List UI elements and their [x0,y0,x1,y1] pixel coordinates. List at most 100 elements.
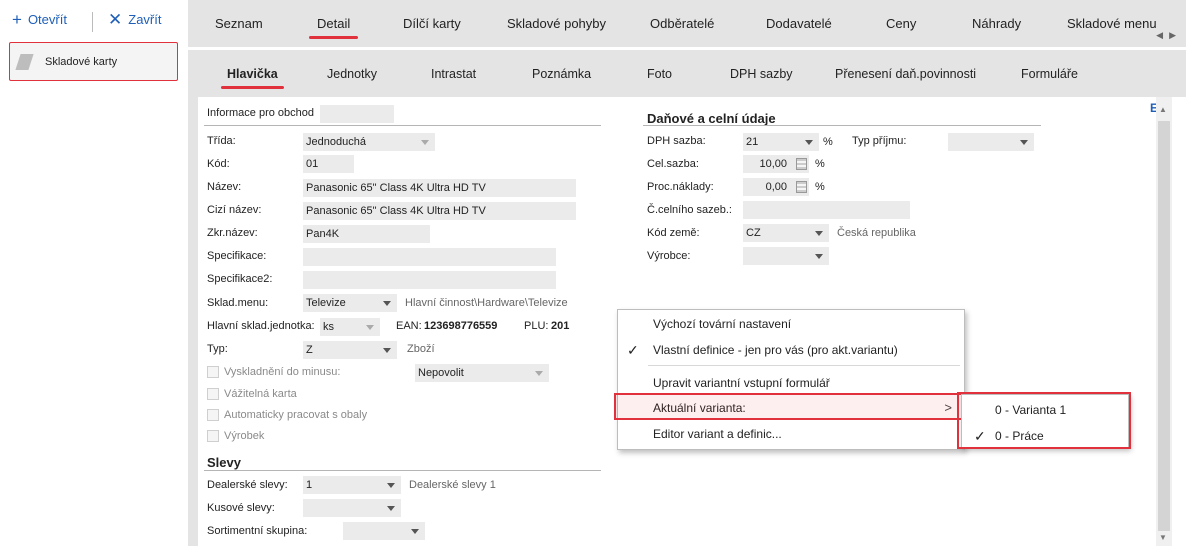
scroll-thumb[interactable] [1158,121,1170,531]
subtab-hlavicka[interactable]: Hlavička [221,67,284,89]
scroll-down-icon[interactable]: ▼ [1159,533,1167,542]
obaly-label: Automaticky pracovat s obaly [224,409,368,421]
checkmark-icon: ✓ [627,342,639,358]
sklad-menu-path: Hlavní činnost\Hardware\Televize [405,297,568,309]
vyskladneni-label: Vyskladnění do minusu: [224,366,341,378]
info-label: Informace pro obchod [207,107,315,119]
nav-item-label: Skladové karty [45,55,118,68]
specifikace2-input[interactable] [303,271,556,289]
subtab-formulare[interactable]: Formuláře [1021,67,1078,81]
subtab-preneseni[interactable]: Přenesení daň.povinnosti [835,67,976,81]
menu-item-variant-editor[interactable]: Editor variant a definic... [618,422,964,446]
typ-prijmu-select[interactable] [948,133,1034,151]
info-field[interactable] [320,105,394,123]
dan-divider [643,125,1041,126]
ean-value: 123698776559 [424,320,498,332]
subtab-jednotky[interactable]: Jednotky [327,67,377,81]
vyskladneni-checkbox[interactable] [207,366,219,378]
open-button[interactable]: + Otevřít [12,11,67,28]
kusove-label: Kusové slevy: [207,502,275,514]
nazev-input[interactable]: Panasonic 65" Class 4K Ultra HD TV [303,179,576,197]
menu-item-own-definition[interactable]: ✓ Vlastní definice - jen pro vás (pro ak… [618,338,964,362]
card-tag-icon [15,53,34,70]
typ-label: Typ: [207,343,228,355]
sortiment-label: Sortimentní skupina: [207,525,308,537]
sklad-menu-label: Sklad.menu: [207,297,269,309]
sklad-menu-select[interactable]: Televize [303,294,397,312]
sortiment-select[interactable] [343,522,425,540]
slevy-divider [204,470,601,471]
cel-input[interactable]: 10,00 [743,155,809,173]
zkr-nazev-input[interactable]: Pan4K [303,225,430,243]
zeme-select[interactable]: CZ [743,224,829,242]
zkr-nazev-label: Zkr.název: [207,227,258,239]
subtab-intrastat[interactable]: Intrastat [431,67,476,81]
submenu-highlight [957,392,1131,449]
subtab-foto[interactable]: Foto [647,67,672,81]
sub-tab-bar: Hlavička Jednotky Intrastat Poznámka Fot… [188,50,1186,97]
plu-value: 201 [551,320,570,332]
dealer-label: Dealerské slevy: [207,479,288,491]
celni-input[interactable] [743,201,910,219]
dan-title: Daňové a celní údaje [647,111,776,126]
dealer-select[interactable]: 1 [303,476,401,494]
calculator-icon[interactable] [796,181,807,193]
menu-separator [648,365,960,366]
tab-odberatele[interactable]: Odběratelé [650,16,714,31]
trida-label: Třída: [207,135,236,147]
proc-label: Proc.náklady: [647,181,714,193]
tab-dilci-karty[interactable]: Dílčí karty [403,16,461,31]
typ-hint: Zboží [407,343,435,355]
cel-value: 10,00 [759,158,787,170]
dealer-hint: Dealerské slevy 1 [409,479,496,491]
vertical-scrollbar[interactable]: ▲ ▼ [1156,97,1172,546]
specifikace-input[interactable] [303,248,556,266]
current-variant-highlight [614,393,963,420]
close-label: Zavřít [128,12,162,27]
open-label: Otevřít [27,12,67,27]
subtab-poznamka[interactable]: Poznámka [532,67,591,81]
ean-label: EAN: [396,320,422,332]
vyskladneni-select[interactable]: Nepovolit [415,364,549,382]
vyrobek-checkbox[interactable] [207,430,219,442]
menu-item-edit-form[interactable]: Upravit variantní vstupní formulář [618,371,964,395]
tab-scroll-arrows[interactable]: ◀▶ [1156,30,1182,41]
kod-input[interactable]: 01 [303,155,354,173]
vazitelna-label: Vážitelná karta [224,388,297,400]
tab-seznam[interactable]: Seznam [215,16,263,31]
proc-input[interactable]: 0,00 [743,178,809,196]
kusove-select[interactable] [303,499,401,517]
vyrobek-label: Výrobek [224,430,265,442]
nav-item-skladove-karty[interactable]: Skladové karty [9,42,178,81]
header-divider [204,125,601,126]
cizi-nazev-input[interactable]: Panasonic 65" Class 4K Ultra HD TV [303,202,576,220]
menu-item-own-definition-label: Vlastní definice - jen pro vás (pro akt.… [653,343,898,357]
subtab-dph-sazby[interactable]: DPH sazby [730,67,793,81]
tab-ceny[interactable]: Ceny [886,16,916,31]
typ-select[interactable]: Z [303,341,397,359]
tab-detail[interactable]: Detail [308,16,359,39]
cel-pct: % [815,158,825,170]
obaly-checkbox[interactable] [207,409,219,421]
kod-label: Kód: [207,158,230,170]
celni-label: Č.celního sazeb.: [647,204,732,216]
proc-value: 0,00 [765,181,787,193]
vazitelna-checkbox[interactable] [207,388,219,400]
nazev-label: Název: [207,181,242,193]
tab-skladove-pohyby[interactable]: Skladové pohyby [507,16,606,31]
proc-pct: % [815,181,825,193]
specifikace-label: Specifikace: [207,250,267,262]
scroll-up-icon[interactable]: ▲ [1159,105,1167,114]
close-button[interactable]: ✕ Zavřít [108,11,162,28]
vyrobce-select[interactable] [743,247,829,265]
left-toolbar: + Otevřít ✕ Zavřít [0,0,188,42]
dph-select[interactable]: 21 [743,133,819,151]
calculator-icon[interactable] [796,158,807,170]
context-menu: Výchozí tovární nastavení ✓ Vlastní defi… [617,309,965,450]
trida-select[interactable]: Jednoduchá [303,133,435,151]
tab-nahrady[interactable]: Náhrady [972,16,1021,31]
jednotka-select[interactable]: ks [320,318,380,336]
tab-dodavatele[interactable]: Dodavatelé [766,16,832,31]
menu-item-factory-default[interactable]: Výchozí tovární nastavení [618,312,964,336]
tab-skladove-menu[interactable]: Skladové menu [1067,16,1157,31]
